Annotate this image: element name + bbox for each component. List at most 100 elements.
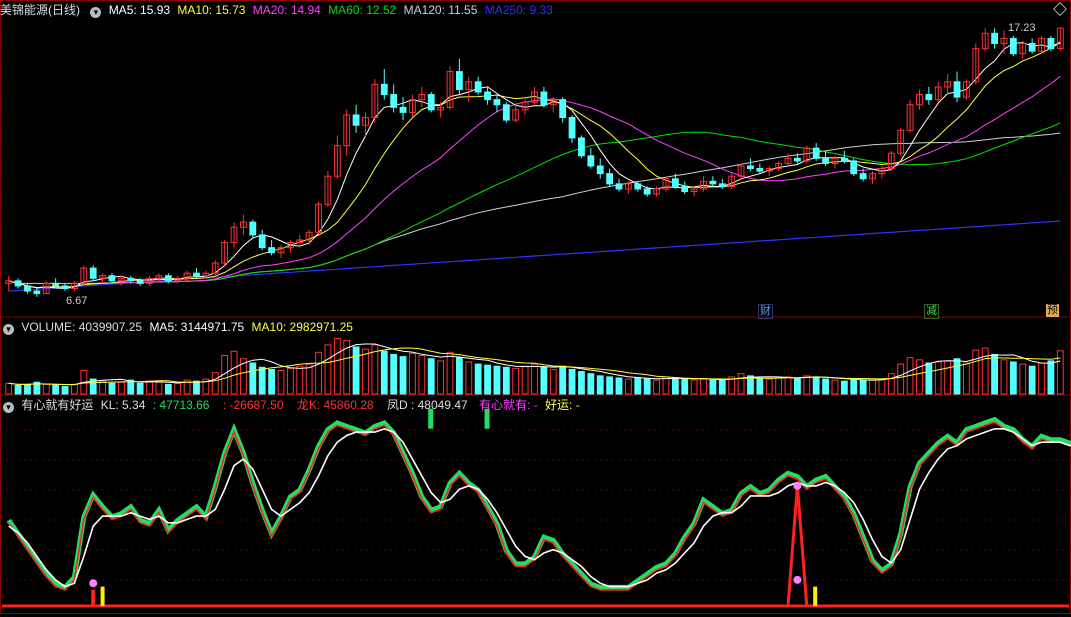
- candle-body: [427, 94, 435, 111]
- candle-body: [24, 285, 31, 292]
- candle-body: [756, 168, 764, 172]
- chevron-down-icon[interactable]: ▾: [90, 7, 102, 18]
- chevron-down-icon[interactable]: ▾: [3, 402, 14, 413]
- volume-value: VOLUME: 4039907.25: [21, 320, 143, 334]
- volume-bar: [812, 376, 820, 395]
- volume-bar: [643, 378, 651, 395]
- volume-bar: [418, 355, 426, 395]
- volume-bar: [502, 366, 510, 395]
- volume-bar: [671, 377, 679, 395]
- volume-bar: [587, 373, 595, 395]
- candle-body: [540, 91, 548, 106]
- volume-bar: [230, 350, 238, 395]
- volume-bar: [324, 344, 332, 395]
- volume-legend: ▾ VOLUME: 4039907.25 MA5: 3144971.75 MA1…: [0, 319, 357, 335]
- volume-bar: [42, 383, 50, 395]
- volume-bar: [446, 351, 454, 395]
- ma120-legend: MA120: 11.55: [403, 3, 478, 17]
- volume-bar: [850, 378, 858, 395]
- candle-body: [643, 188, 651, 195]
- chart-canvas[interactable]: [0, 0, 1071, 614]
- volume-bar: [512, 367, 520, 395]
- volume-bar: [568, 368, 576, 395]
- volume-bar: [784, 376, 792, 395]
- candle-body: [681, 185, 689, 193]
- volume-bar: [934, 361, 942, 395]
- candle-body: [108, 275, 116, 282]
- event-marker-reduce[interactable]: 减: [924, 304, 939, 319]
- volume-bar: [963, 362, 970, 395]
- event-marker-forecast[interactable]: 预: [1046, 304, 1059, 317]
- signal-dot: [89, 579, 98, 588]
- volume-bar: [681, 378, 689, 395]
- high-price-label: 17.23: [1008, 22, 1036, 34]
- volume-bar: [455, 357, 463, 395]
- candle-body: [568, 117, 576, 139]
- volume-bar: [5, 382, 13, 395]
- volume-bar: [146, 380, 153, 395]
- candle-body: [859, 173, 867, 180]
- volume-bar: [653, 379, 660, 395]
- volume-bar: [756, 377, 764, 395]
- volume-bar: [399, 356, 407, 395]
- volume-bar: [296, 365, 304, 395]
- volume-bar: [409, 352, 416, 395]
- volume-bar: [493, 365, 501, 395]
- event-marker-finance[interactable]: 财: [758, 304, 773, 319]
- volume-bar: [606, 376, 614, 395]
- volume-bar: [484, 364, 491, 395]
- candle-body: [578, 137, 585, 157]
- candle-body: [1028, 43, 1036, 52]
- volume-bar: [437, 360, 445, 395]
- candle-body: [474, 81, 482, 93]
- candle-body: [953, 81, 961, 98]
- candle-body: [502, 104, 510, 121]
- volume-bar: [1056, 350, 1064, 395]
- candle-body: [925, 94, 933, 101]
- volume-bar: [578, 371, 585, 395]
- volume-bar: [549, 368, 557, 395]
- candle-body: [718, 183, 726, 187]
- indicator-kl: KL: 5.34: [100, 398, 146, 412]
- indicator-name: 有心就有好运: [21, 398, 94, 412]
- volume-bar: [277, 369, 285, 395]
- signal-spike: [786, 485, 809, 607]
- volume-bar: [690, 379, 698, 395]
- candle-body: [52, 282, 60, 287]
- volume-bar: [981, 347, 989, 395]
- candle-body: [793, 157, 801, 162]
- volume-bar: [1019, 363, 1027, 395]
- volume-bar: [662, 376, 670, 395]
- candle-body: [840, 157, 848, 162]
- ma60-legend: MA60: 12.52: [328, 3, 397, 17]
- candle-body: [493, 99, 501, 106]
- volume-bar: [1047, 360, 1055, 395]
- volume-bar: [831, 379, 839, 395]
- candle-body: [249, 221, 257, 236]
- ma60-line: [8, 122, 1061, 289]
- volume-bar: [718, 379, 726, 395]
- volume-bar: [521, 365, 529, 395]
- volume-bar: [99, 380, 106, 395]
- volume-bar: [540, 366, 548, 395]
- volume-bar: [155, 381, 163, 395]
- indicator-hy: 好运: -: [545, 398, 580, 412]
- indicator-fd: D : 48049.47: [398, 398, 468, 412]
- volume-bar: [211, 372, 219, 395]
- volume-bar: [991, 353, 998, 395]
- ma250-legend: MA250: 9.33: [484, 3, 553, 17]
- candle-body: [352, 114, 360, 126]
- indicator-legend: ▾ 有心就有好运 KL: 5.34 : 47713.66 : -26687.50…: [0, 397, 584, 413]
- candle-body: [61, 285, 69, 289]
- chevron-down-icon[interactable]: ▾: [3, 324, 14, 335]
- volume-bar: [878, 378, 886, 395]
- candle-body: [1009, 37, 1017, 55]
- candle-body: [193, 272, 200, 277]
- volume-bar: [305, 363, 313, 395]
- volume-bar: [972, 349, 980, 395]
- candle-body: [615, 183, 623, 190]
- indicator-lk: : 45860.28: [316, 398, 374, 412]
- indicator-white-line: [8, 427, 1071, 588]
- stock-chart-window: 美锦能源(日线) ▾ MA5: 15.93 MA10: 15.73 MA20: …: [0, 0, 1071, 614]
- volume-bar: [427, 358, 435, 395]
